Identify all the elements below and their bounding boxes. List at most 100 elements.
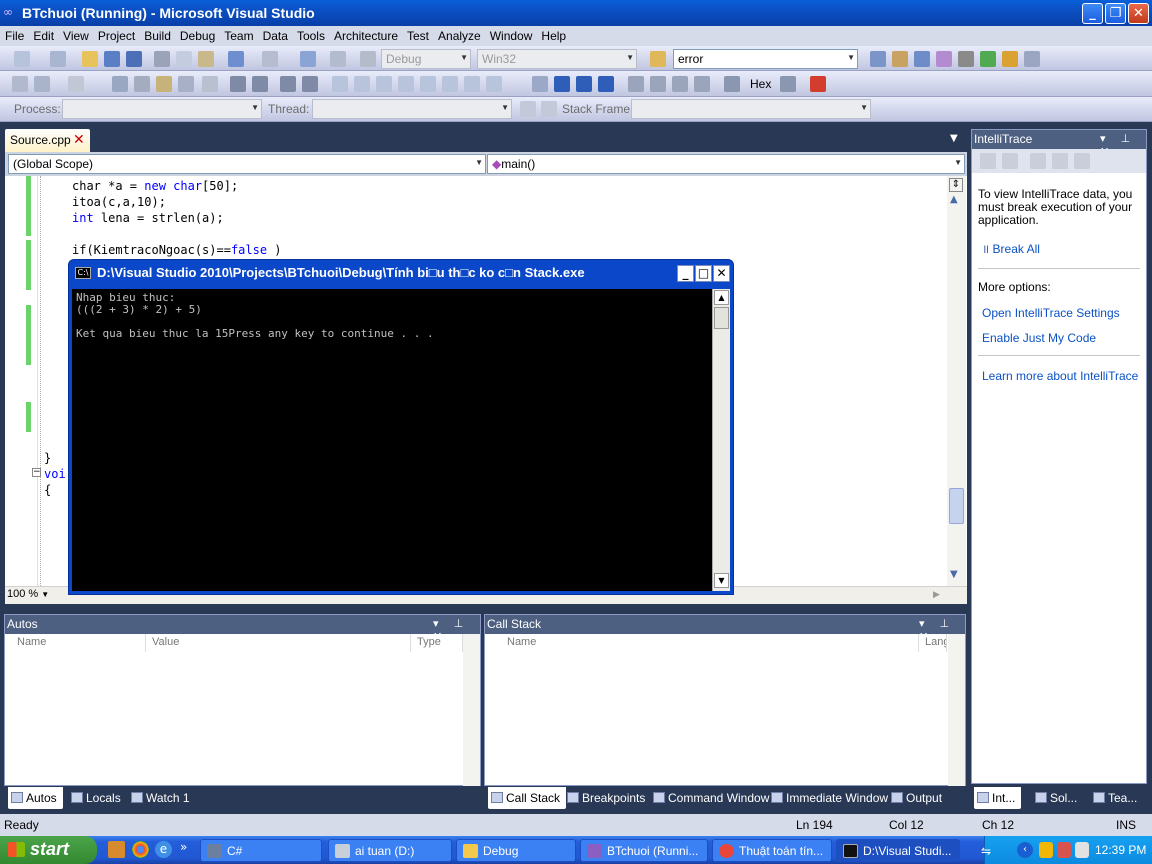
menu-test[interactable]: Test: [402, 26, 433, 43]
goto-definition-icon[interactable]: [134, 76, 150, 92]
menu-edit[interactable]: Edit: [28, 26, 58, 43]
uncomment-lines-icon[interactable]: [302, 76, 318, 92]
hex-toggle[interactable]: Hex: [750, 77, 771, 91]
task-ai-tuan[interactable]: ai tuan (D:): [328, 839, 452, 862]
start-debugging-icon[interactable]: [360, 51, 376, 67]
prev-bookmark-doc-icon[interactable]: [442, 76, 458, 92]
zoom-select[interactable]: 100 % ▼: [7, 588, 67, 602]
menu-debug[interactable]: Debug: [175, 26, 219, 43]
tab-solution-explorer[interactable]: Sol...: [1032, 787, 1083, 809]
collapse-icon[interactable]: −: [32, 468, 41, 477]
navigate-backward-icon[interactable]: [300, 51, 316, 67]
start-page-icon[interactable]: [980, 51, 996, 67]
comment-lines-icon[interactable]: [280, 76, 296, 92]
calls-icon[interactable]: [1002, 153, 1018, 169]
stop-debugging-icon[interactable]: [576, 76, 592, 92]
volume-icon[interactable]: [1075, 842, 1089, 858]
task-console[interactable]: D:\Visual Studi...: [836, 839, 960, 862]
network-icon[interactable]: ⇋: [981, 844, 991, 858]
class-view-icon[interactable]: [112, 76, 128, 92]
next-bookmark-icon[interactable]: [376, 76, 392, 92]
scroll-right-icon[interactable]: ▶: [933, 590, 940, 600]
clock[interactable]: 12:39 PM: [1095, 843, 1146, 857]
column-value[interactable]: Value: [146, 634, 411, 652]
step-over-icon[interactable]: [672, 76, 688, 92]
flag-just-my-code-icon[interactable]: [541, 101, 557, 117]
scroll-up-icon[interactable]: ▲: [950, 194, 958, 205]
console-scroll-down-icon[interactable]: ▼: [714, 573, 729, 588]
menu-team[interactable]: Team: [219, 26, 257, 43]
console-window[interactable]: C:\ D:\Visual Studio 2010\Projects\BTchu…: [68, 259, 734, 595]
menu-view[interactable]: View: [58, 26, 93, 43]
column-type[interactable]: Type: [411, 634, 463, 652]
paste-icon[interactable]: [198, 51, 214, 67]
find-combo[interactable]: error ▼: [673, 49, 858, 69]
menu-analyze[interactable]: Analyze: [433, 26, 485, 43]
console-scroll-up-icon[interactable]: ▲: [714, 290, 729, 305]
cut-icon[interactable]: [154, 51, 170, 67]
menu-data[interactable]: Data: [258, 26, 292, 43]
tab-output[interactable]: Output: [888, 787, 948, 809]
restore-button[interactable]: ❐: [1105, 3, 1126, 24]
navigate-forward-icon[interactable]: [330, 51, 346, 67]
clock-icon[interactable]: [1052, 153, 1068, 169]
process-select[interactable]: ▼: [62, 99, 262, 119]
tray-app-icon[interactable]: [1039, 842, 1053, 858]
column-name[interactable]: Name: [11, 634, 146, 652]
menu-build[interactable]: Build: [139, 26, 175, 43]
scroll-thumb[interactable]: [949, 488, 964, 524]
add-item-icon[interactable]: [50, 51, 66, 67]
scroll-down-icon[interactable]: ▼: [950, 569, 958, 580]
menu-help[interactable]: Help: [536, 26, 570, 43]
tab-team-explorer[interactable]: Tea...: [1090, 787, 1143, 809]
menu-window[interactable]: Window: [485, 26, 537, 43]
save-icon[interactable]: [104, 51, 120, 67]
comment-icon[interactable]: [34, 76, 50, 92]
split-icon[interactable]: ⇕: [949, 178, 963, 192]
prev-bookmark-icon[interactable]: [354, 76, 370, 92]
thread-select[interactable]: ▼: [312, 99, 512, 119]
quickwatch-icon[interactable]: [724, 76, 740, 92]
properties-icon[interactable]: [892, 51, 908, 67]
breakpoints-icon[interactable]: [810, 76, 826, 92]
just-my-code-link[interactable]: Enable Just My Code: [982, 331, 1096, 345]
quicklaunch-more-icon[interactable]: »: [180, 840, 187, 854]
solution-explorer-icon[interactable]: [870, 51, 886, 67]
tab-breakpoints[interactable]: Breakpoints: [564, 787, 651, 809]
console-scrollbar[interactable]: ▲ ▼: [712, 289, 730, 591]
platform-select[interactable]: Win32 ▼: [477, 49, 637, 69]
task-visual-studio[interactable]: BTchuoi (Runni...: [580, 839, 708, 862]
tools-icon[interactable]: [958, 51, 974, 67]
debug-windows-icon[interactable]: [780, 76, 796, 92]
next-bookmark-doc-icon[interactable]: [464, 76, 480, 92]
tab-watch-1[interactable]: Watch 1: [128, 787, 196, 809]
clear-bookmarks-icon[interactable]: [486, 76, 502, 92]
break-all-icon[interactable]: [554, 76, 570, 92]
next-bookmark-folder-icon[interactable]: [420, 76, 436, 92]
format-icon[interactable]: [202, 76, 218, 92]
console-minimize-button[interactable]: _: [677, 265, 694, 282]
function-select[interactable]: ◆main() ▼: [487, 154, 965, 174]
settings-icon[interactable]: [1030, 153, 1046, 169]
find-in-files-icon[interactable]: [650, 51, 666, 67]
menu-file[interactable]: File: [0, 26, 28, 43]
task-debug-folder[interactable]: Debug: [456, 839, 576, 862]
autos-scrollbar[interactable]: [463, 634, 480, 786]
tab-intellitrace[interactable]: Int...: [974, 787, 1022, 809]
tab-immediate-window[interactable]: Immediate Window: [768, 787, 894, 809]
tab-call-stack[interactable]: Call Stack: [488, 787, 567, 809]
quicklaunch-ie-icon[interactable]: e: [155, 841, 172, 858]
call-stack-scrollbar[interactable]: [948, 634, 965, 786]
break-all-link[interactable]: ॥ Break All: [982, 240, 1040, 257]
command-window-icon[interactable]: [1024, 51, 1040, 67]
tab-command-window[interactable]: Command Window: [650, 787, 775, 809]
continue-icon[interactable]: [532, 76, 548, 92]
console-close-button[interactable]: ✕: [713, 265, 730, 282]
restart-icon[interactable]: [598, 76, 614, 92]
save-all-icon[interactable]: [126, 51, 142, 67]
scope-select[interactable]: (Global Scope) ▼: [8, 154, 486, 174]
refactor-icon[interactable]: [156, 76, 172, 92]
tab-autos[interactable]: Autos: [8, 787, 63, 809]
toolbox-icon[interactable]: [936, 51, 952, 67]
undo-icon[interactable]: [228, 51, 244, 67]
